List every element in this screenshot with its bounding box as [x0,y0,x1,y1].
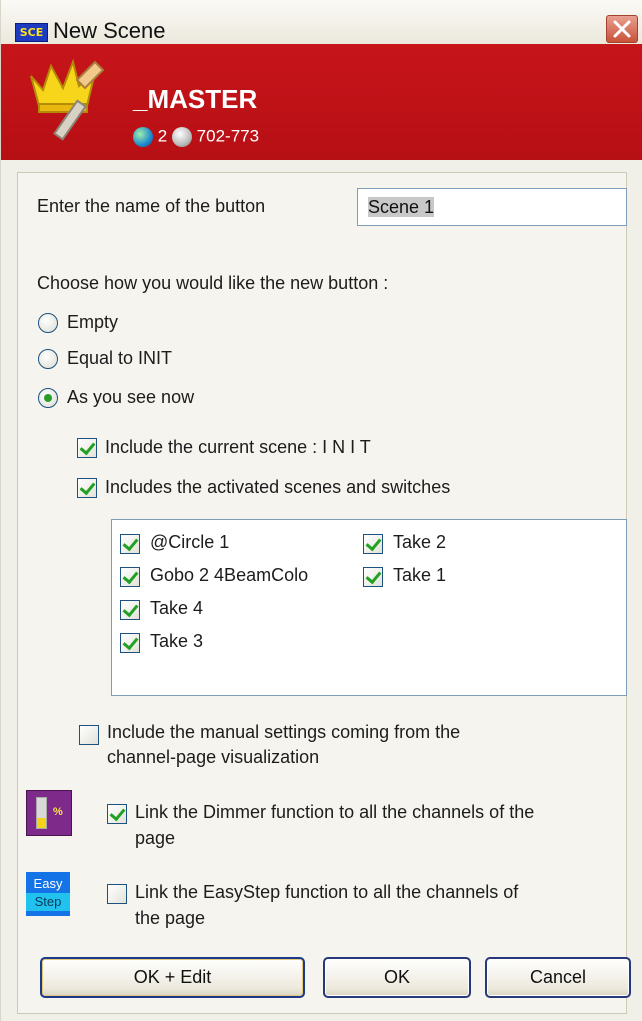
ok-edit-button[interactable]: OK + Edit [40,957,305,998]
window-title: New Scene [53,18,166,43]
include-activated-checkbox[interactable] [77,478,97,498]
easystep-icon: Easy Step [26,872,70,916]
universe-icon [133,126,153,147]
dimmer-bar-icon [36,797,47,829]
close-icon [613,20,631,38]
radio-equal-init[interactable] [38,349,58,369]
manual-settings-checkbox[interactable] [79,725,99,745]
easystep-icon-line2: Step [26,893,70,911]
manual-settings-label-line2[interactable]: channel-page visualization [107,747,319,768]
include-current-label[interactable]: Include the current scene : I N I T [105,437,371,458]
universe-count: 2 [157,126,168,146]
link-easystep-label-line2[interactable]: the page [135,908,205,929]
dimmer-percent: % [53,806,63,818]
choose-label: Choose how you would like the new button… [37,273,389,293]
scene-checkbox[interactable] [120,567,140,587]
ok-button[interactable]: OK [323,957,471,998]
link-dimmer-label-line1[interactable]: Link the Dimmer function to all the chan… [135,802,534,823]
scene-label: Take 1 [393,565,447,585]
new-scene-dialog: SCE New Scene _MASTER 2 702-773 Enter th… [0,0,642,1021]
activated-scenes-list[interactable]: @Circle 1 Gobo 2 4BeamColo Take 4 Take 3… [111,519,627,696]
scene-checkbox[interactable] [120,534,140,554]
scene-checkbox[interactable] [363,567,383,587]
include-current-checkbox[interactable] [77,438,97,458]
button-name-input[interactable]: Scene 1 [357,188,627,226]
link-dimmer-checkbox[interactable] [107,804,127,824]
radio-equal-init-label[interactable]: Equal to INIT [67,348,172,369]
scene-checkbox[interactable] [120,633,140,653]
scene-master-title: _MASTER [133,84,258,114]
radio-as-you-see-now-label[interactable]: As you see now [67,387,194,408]
scene-checkbox[interactable] [120,600,140,620]
close-button[interactable] [606,15,638,43]
scene-label: Take 4 [150,598,204,618]
radio-empty-label[interactable]: Empty [67,312,118,333]
name-label: Enter the name of the button [37,196,266,216]
link-easystep-checkbox[interactable] [107,884,127,904]
include-activated-label[interactable]: Includes the activated scenes and switch… [105,477,450,498]
easystep-icon-line1: Easy [33,876,63,891]
radio-empty[interactable] [38,313,58,333]
scene-label: Take 3 [150,631,204,651]
dmx-plug-icon [171,126,192,147]
scene-checkbox[interactable] [363,534,383,554]
link-easystep-label-line1[interactable]: Link the EasyStep function to all the ch… [135,882,518,903]
scene-label: Gobo 2 4BeamColo [150,565,309,585]
radio-as-you-see-now[interactable] [38,388,58,408]
header-info: 2 702-773 [133,126,259,147]
dimmer-icon: % [26,790,72,836]
manual-settings-label-line1[interactable]: Include the manual settings coming from … [107,722,460,743]
app-logo-icon: SCE [15,23,48,42]
scene-label: @Circle 1 [150,532,230,552]
title-bar[interactable]: SCE New Scene [1,0,642,45]
scene-header: _MASTER 2 702-773 [1,44,642,160]
link-dimmer-label-line2[interactable]: page [135,828,175,849]
scene-label: Take 2 [393,532,447,552]
crown-icon [30,58,105,141]
name-input-value: Scene 1 [368,197,435,217]
channel-range: 702-773 [196,126,260,146]
cancel-button[interactable]: Cancel [485,957,631,998]
